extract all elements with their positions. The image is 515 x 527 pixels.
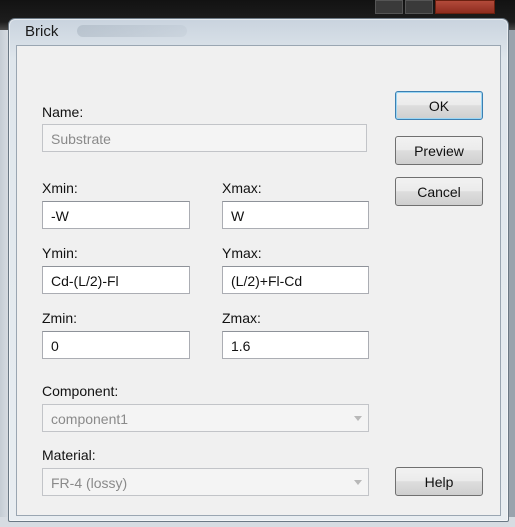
dialog-client-area: Name: Substrate Xmin: -W Xmax: W Ymin: C… [16,45,501,516]
zmax-field[interactable]: 1.6 [222,331,369,359]
name-field[interactable]: Substrate [42,124,367,152]
chevron-down-icon[interactable] [354,416,362,421]
xmin-label: Xmin: [42,180,78,196]
xmin-field[interactable]: -W [42,201,190,229]
zmin-field[interactable]: 0 [42,331,190,359]
xmax-label: Xmax: [222,180,262,196]
maximize-icon[interactable] [405,0,433,14]
component-label: Component: [42,383,119,399]
component-select[interactable]: component1 [42,404,369,432]
dialog-title: Brick [25,23,59,40]
xmax-field[interactable]: W [222,201,369,229]
help-button[interactable]: Help [395,467,483,496]
brick-dialog: Brick Name: Substrate Xmin: -W Xmax: W Y… [8,18,509,522]
ymax-field[interactable]: (L/2)+Fl-Cd [222,266,369,294]
material-select-value: FR-4 (lossy) [51,475,128,491]
component-select-value: component1 [51,411,129,427]
material-label: Material: [42,447,96,463]
cancel-button[interactable]: Cancel [395,177,483,206]
ok-button[interactable]: OK [395,91,483,120]
ymin-label: Ymin: [42,245,78,261]
zmax-label: Zmax: [222,310,261,326]
parent-window-controls [373,0,495,14]
title-blur-decoration [77,25,187,37]
zmin-label: Zmin: [42,310,77,326]
chevron-down-icon[interactable] [354,480,362,485]
name-label: Name: [42,104,84,120]
material-select[interactable]: FR-4 (lossy) [42,468,369,496]
minimize-icon[interactable] [375,0,403,14]
preview-button[interactable]: Preview [395,136,483,165]
close-icon[interactable] [435,0,495,14]
ymin-field[interactable]: Cd-(L/2)-Fl [42,266,190,294]
ymax-label: Ymax: [222,245,262,261]
